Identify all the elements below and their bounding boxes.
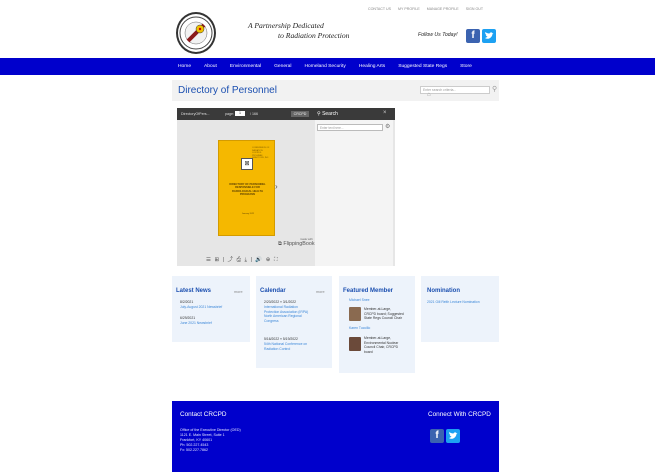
nav-environmental[interactable]: Environmental bbox=[230, 58, 261, 75]
flipbook-title: DirectoryOfPers... bbox=[181, 112, 210, 116]
close-icon[interactable]: × bbox=[383, 110, 387, 116]
event-link[interactable]: International Radiation Protection Assoc… bbox=[264, 305, 308, 323]
event-link[interactable]: 54th National Conference on Radiation Co… bbox=[264, 342, 307, 351]
event-line: Congress bbox=[264, 318, 279, 323]
tagline-line2: to Radiation Protection bbox=[278, 31, 350, 40]
sign-out-link[interactable]: SIGN OUT bbox=[466, 7, 483, 11]
nav-suggested-state-regs[interactable]: Suggested State Regs bbox=[398, 58, 447, 75]
flipbook-search-label: Search bbox=[322, 111, 338, 117]
news-date: 6/29/2021 bbox=[180, 316, 196, 320]
book-title: DIRECTORY OF PERSONNEL RESPONSIBLE FOR R… bbox=[229, 183, 266, 197]
book-cover-page[interactable]: CONFERENCE OF RADIATION CONTROL PROGRAM … bbox=[218, 140, 275, 236]
calendar-widget: Calendar more 2/20/2022 » 3/1/2022 Inter… bbox=[256, 276, 332, 368]
nomination-title: Nomination bbox=[427, 288, 460, 294]
flipbook-search-tab[interactable]: ⚲ Search bbox=[317, 111, 338, 117]
member-avatar[interactable] bbox=[349, 307, 361, 321]
nav-store[interactable]: Store bbox=[460, 58, 472, 75]
emblem-icon: ⊠ bbox=[241, 158, 253, 170]
page-total: / 166 bbox=[250, 112, 258, 116]
news-date: 8/2/2021 bbox=[180, 300, 194, 304]
page-title-bar: Directory of Personnel Enter search crit… bbox=[172, 80, 499, 101]
book-header: CONFERENCE OF RADIATION CONTROL PROGRAM … bbox=[252, 147, 270, 160]
nav-home[interactable]: Home bbox=[178, 58, 191, 75]
contact-address: Office of the Executive Director (OED) 1… bbox=[180, 428, 241, 453]
crcpd-logo[interactable] bbox=[176, 12, 216, 54]
featured-member-title: Featured Member bbox=[343, 288, 394, 294]
member-desc-line: board bbox=[364, 349, 373, 354]
event-line: Radiation Control bbox=[264, 346, 291, 351]
event-date: 2/20/2022 » 3/1/2022 bbox=[264, 300, 297, 304]
page-label: page: bbox=[225, 112, 234, 116]
nav-general[interactable]: General bbox=[274, 58, 291, 75]
tagline: A Partnership Dedicated to Radiation Pro… bbox=[248, 21, 388, 41]
next-page-arrow-icon[interactable]: › bbox=[275, 182, 278, 191]
crcpd-tag-button[interactable]: CRCPD bbox=[291, 111, 309, 117]
calendar-title: Calendar bbox=[260, 288, 286, 294]
flipbook-toolbar: DirectoryOfPers... page: 1 / 166 CRCPD ⚲… bbox=[177, 108, 395, 120]
main-nav: Home About Environmental General Homelan… bbox=[0, 58, 655, 75]
flipbook-search-panel: Enter text here... ⚙ bbox=[315, 120, 393, 266]
member-name-link[interactable]: Karen Tuccillo bbox=[349, 326, 370, 331]
nomination-widget: Nomination 2021 Gill Reith Lecture Nomin… bbox=[421, 276, 499, 342]
address-line: Fx: 502.227.7862 bbox=[180, 448, 208, 452]
member-name-link[interactable]: Michael Snee bbox=[349, 298, 370, 303]
featured-member-widget: Featured Member Michael Snee Member-at-L… bbox=[339, 276, 415, 373]
member-description: Member-at-Large, CRCPD board; Suggested … bbox=[364, 307, 404, 321]
nomination-link[interactable]: 2021 Gill Reith Lecture Nomination bbox=[427, 300, 480, 305]
connect-title: Connect With CRCPD bbox=[428, 411, 491, 418]
news-link[interactable]: June 2021 Newsbrief bbox=[180, 321, 212, 326]
footer-facebook-icon[interactable]: f bbox=[430, 429, 444, 443]
follow-text: Follow Us Today! bbox=[418, 32, 458, 38]
news-more-link[interactable]: more bbox=[234, 290, 243, 294]
site-footer: Contact CRCPD Connect With CRCPD Office … bbox=[172, 401, 499, 472]
my-profile-link[interactable]: MY PROFILE bbox=[398, 7, 420, 11]
book-date: January 2022 bbox=[241, 213, 255, 215]
nav-healing-arts[interactable]: Healing Arts bbox=[359, 58, 385, 75]
flipbook-controls[interactable]: ☰ ⊞ | ⤴ ⎙ ⤓ | 🔊 ⊕ ⛶ bbox=[206, 255, 279, 264]
member-desc-line: State Regs Council Chair bbox=[364, 316, 403, 321]
flipbook-search-input[interactable]: Enter text here... bbox=[317, 124, 383, 131]
nav-homeland-security[interactable]: Homeland Security bbox=[305, 58, 346, 75]
page-title: Directory of Personnel bbox=[178, 85, 277, 96]
contact-us-link[interactable]: CONTACT US bbox=[368, 7, 391, 11]
page-number-input[interactable]: 1 bbox=[235, 111, 245, 116]
news-link[interactable]: July-August 2021 Newsbrief bbox=[180, 305, 222, 310]
nav-about[interactable]: About bbox=[204, 58, 217, 75]
search-icon[interactable]: ⚲ bbox=[492, 85, 497, 93]
facebook-icon[interactable]: f bbox=[466, 29, 480, 43]
contact-title: Contact CRCPD bbox=[180, 411, 227, 418]
member-description: Member-at-Large, Environmental Nuclear C… bbox=[364, 336, 398, 354]
latest-news-widget: Latest News more 8/2/2021 July-August 20… bbox=[172, 276, 250, 342]
calendar-more-link[interactable]: more bbox=[316, 290, 325, 294]
event-date: 5/16/2022 » 5/19/2022 bbox=[264, 337, 298, 341]
footer-twitter-icon[interactable] bbox=[446, 429, 460, 443]
home-icon[interactable]: ⌂ bbox=[427, 92, 431, 98]
tagline-line1: A Partnership Dedicated bbox=[248, 21, 324, 30]
flippingbook-brand[interactable]: ⧉ FlippingBook bbox=[278, 241, 315, 248]
manage-profile-link[interactable]: MANAGE PROFILE bbox=[427, 7, 459, 11]
latest-news-title: Latest News bbox=[176, 288, 212, 294]
event-line: 54th National Conference on bbox=[264, 342, 308, 346]
top-links: CONTACT US MY PROFILE MANAGE PROFILE SIG… bbox=[368, 7, 489, 11]
search-options-icon[interactable]: ⚙ bbox=[385, 123, 390, 130]
twitter-icon[interactable] bbox=[482, 29, 496, 43]
member-avatar[interactable] bbox=[349, 337, 361, 351]
